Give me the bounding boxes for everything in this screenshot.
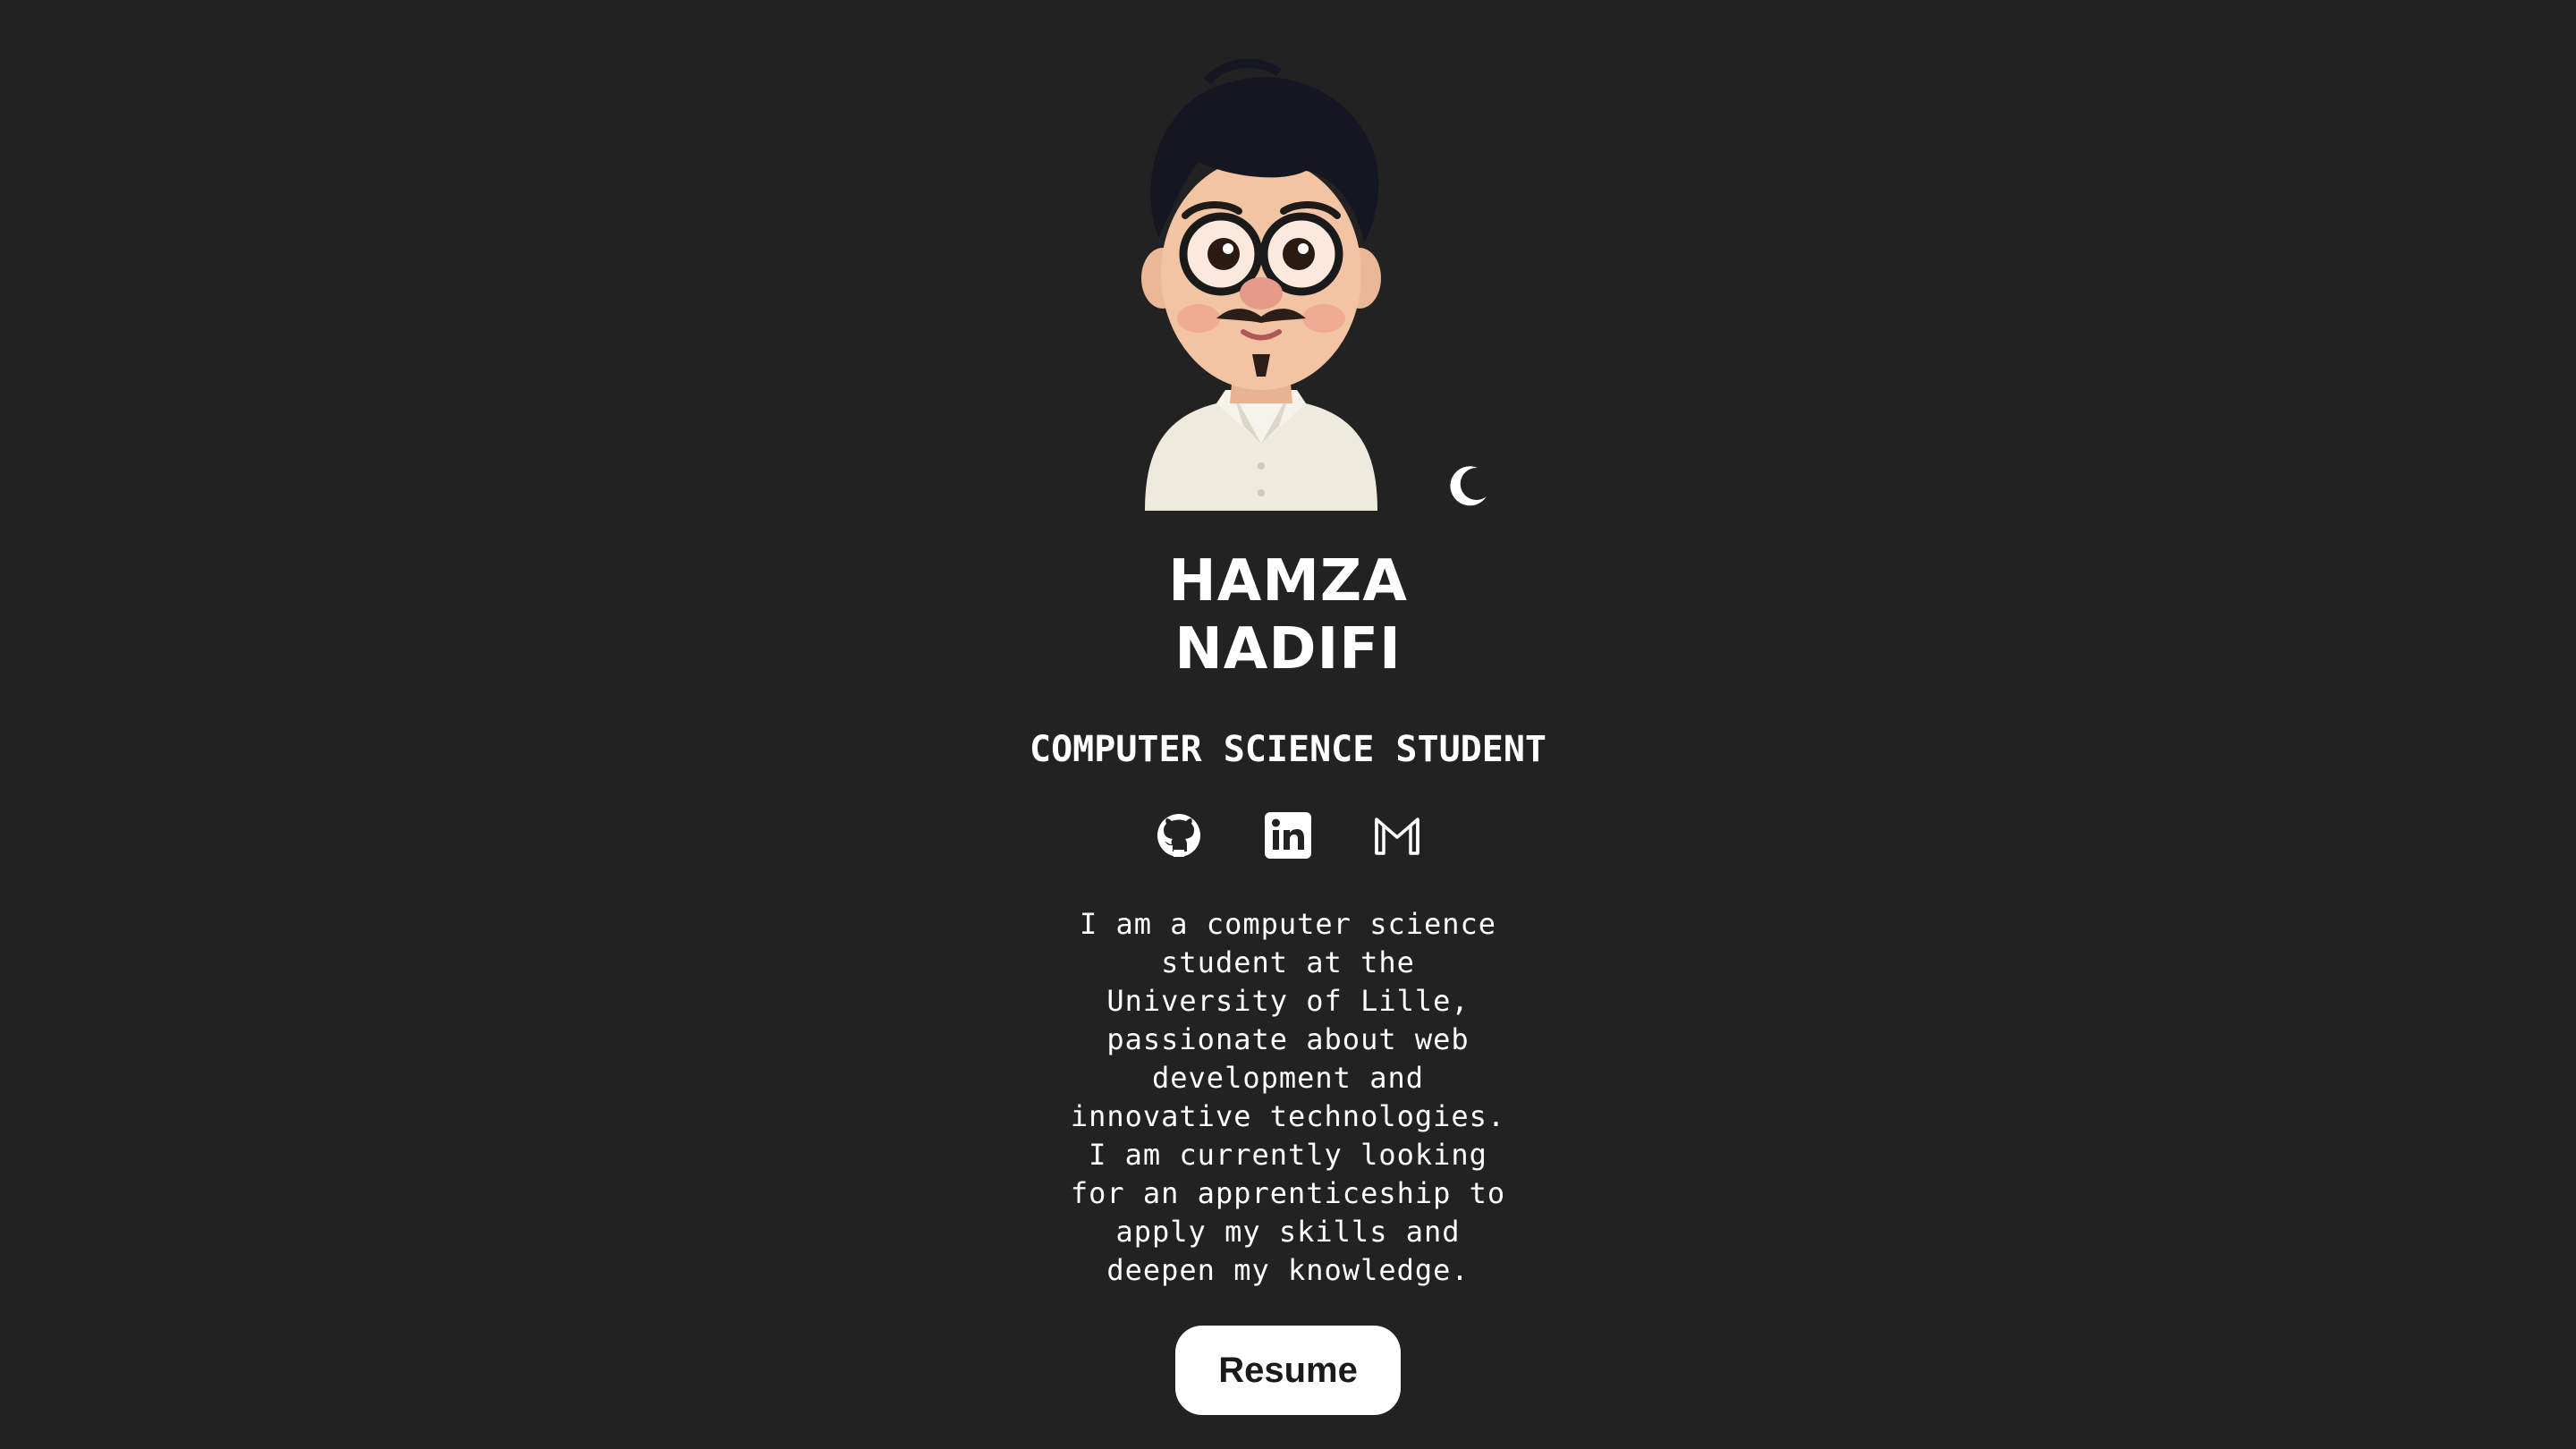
github-link[interactable] bbox=[1154, 810, 1204, 860]
gmail-link[interactable] bbox=[1372, 810, 1422, 860]
gmail-icon bbox=[1375, 818, 1419, 855]
portfolio-page: HAMZA NADIFI COMPUTER SCIENCE STUDENT I … bbox=[0, 0, 2576, 1449]
social-links bbox=[1154, 810, 1422, 860]
theme-toggle-button[interactable] bbox=[1442, 462, 1492, 513]
linkedin-link[interactable] bbox=[1263, 810, 1313, 860]
bio-text: I am a computer science student at the U… bbox=[1070, 907, 1506, 1287]
resume-button[interactable]: Resume bbox=[1175, 1326, 1401, 1415]
moon-icon bbox=[1450, 466, 1487, 506]
first-name: HAMZA bbox=[1168, 548, 1408, 614]
role-subtitle: COMPUTER SCIENCE STUDENT bbox=[1030, 729, 1546, 770]
page-title: HAMZA NADIFI bbox=[930, 547, 1646, 683]
avatar bbox=[1109, 59, 1413, 511]
linkedin-icon bbox=[1265, 812, 1311, 859]
last-name: NADIFI bbox=[1174, 616, 1402, 682]
github-icon bbox=[1157, 814, 1200, 857]
